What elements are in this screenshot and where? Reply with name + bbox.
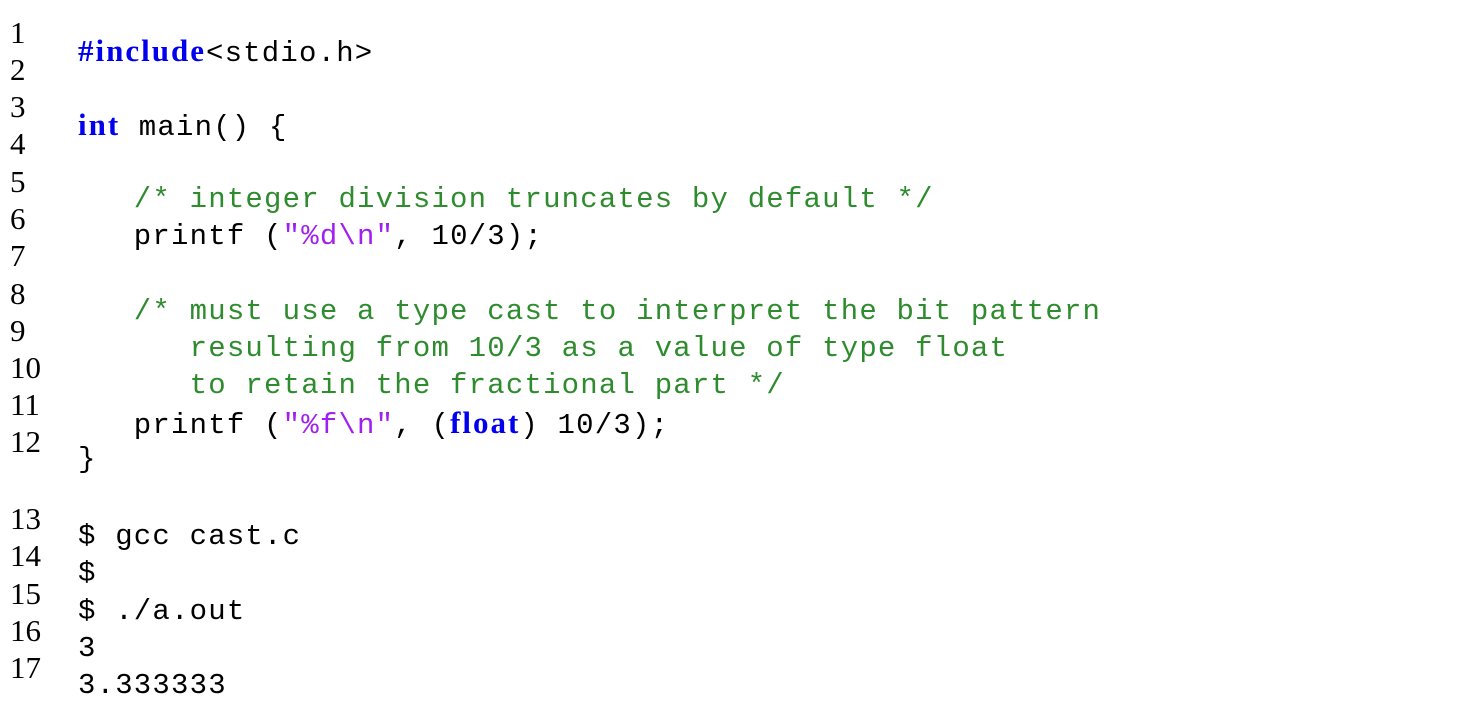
program-output: 3 xyxy=(78,632,97,665)
code-line-15: 15 $ ./a.out xyxy=(0,557,244,628)
line-number: 4 xyxy=(10,126,26,161)
code-line-8: 8 /* must use a type cast to interpret t… xyxy=(0,257,1100,328)
line-number: 14 xyxy=(10,538,41,573)
code-line-3: 3 int main() { xyxy=(0,70,286,144)
comment: to retain the fractional part */ xyxy=(78,369,785,402)
line-number: 6 xyxy=(10,201,26,236)
printf-args: , 10/3); xyxy=(394,220,544,253)
code-text: #include<stdio.h> xyxy=(78,32,373,72)
code-text: int main() { xyxy=(78,106,288,146)
type-keyword: float xyxy=(450,405,521,440)
line-number: 3 xyxy=(10,89,26,124)
code-line-4: 4 xyxy=(0,107,26,161)
line-number: 12 xyxy=(10,424,41,459)
line-number: 9 xyxy=(10,313,26,348)
code-line-6: 6 printf ("%d\n", 10/3); xyxy=(0,182,542,253)
code-line-9: 9 resulting from 10/3 as a value of type… xyxy=(0,294,1007,365)
code-text: printf ("%f\n", (float) 10/3); xyxy=(78,404,669,444)
line-number: 11 xyxy=(10,387,40,422)
code-line-13: 13 $ gcc cast.c xyxy=(0,482,300,553)
printf-args: , ( xyxy=(394,409,451,442)
code-line-2: 2 xyxy=(0,33,26,87)
line-number: 2 xyxy=(10,52,26,87)
code-line-7: 7 xyxy=(0,219,26,273)
line-number: 5 xyxy=(10,164,26,199)
line-number: 8 xyxy=(10,276,26,311)
code-line-17: 17 3.333333 xyxy=(0,631,226,702)
comment: resulting from 10/3 as a value of type f… xyxy=(78,332,1009,365)
include-header: <stdio.h> xyxy=(205,37,374,70)
program-output: 3.333333 xyxy=(78,669,227,702)
line-number: 1 xyxy=(10,15,26,50)
preprocessor-keyword: #include xyxy=(78,33,206,68)
type-keyword: int xyxy=(78,107,121,142)
line-number: 7 xyxy=(10,238,26,273)
line-number: 16 xyxy=(10,613,41,648)
line-number: 17 xyxy=(10,650,41,685)
line-number: 15 xyxy=(10,576,41,611)
main-signature: main() { xyxy=(120,111,288,144)
code-line-14: 14 $ xyxy=(0,519,95,590)
code-line-1: 1 #include<stdio.h> xyxy=(0,0,372,70)
code-line-12: 12 } xyxy=(0,405,95,476)
line-number: 13 xyxy=(10,501,41,536)
code-line-16: 16 3 xyxy=(0,594,95,665)
shell-prompt: $ xyxy=(78,557,97,590)
comment: /* must use a type cast to interpret the… xyxy=(78,295,1102,328)
shell-command: $ ./a.out xyxy=(78,595,246,628)
code-line-11: 11 printf ("%f\n", (float) 10/3); xyxy=(0,368,668,442)
format-string: "%d\n" xyxy=(282,220,395,253)
code-line-10: 10 to retain the fractional part */ xyxy=(0,331,784,402)
code-line-5: 5 /* integer division truncates by defau… xyxy=(0,145,933,216)
format-string: "%f\n" xyxy=(282,409,395,442)
printf-call: printf ( xyxy=(78,220,283,253)
line-number: 10 xyxy=(10,350,41,385)
printf-call: printf ( xyxy=(78,409,283,442)
code-text: printf ("%d\n", 10/3); xyxy=(78,218,543,255)
printf-args-end: ) 10/3); xyxy=(520,409,670,442)
shell-command: $ gcc cast.c xyxy=(78,520,302,553)
comment: /* integer division truncates by default… xyxy=(78,183,934,216)
closing-brace: } xyxy=(78,443,97,476)
